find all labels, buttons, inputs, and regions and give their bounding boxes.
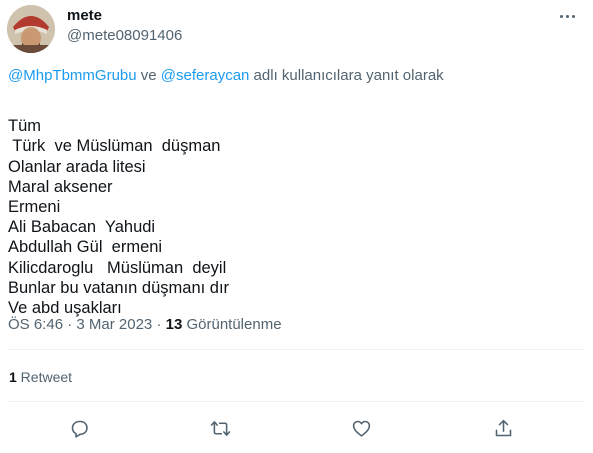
avatar[interactable]: [7, 5, 55, 53]
reply-button[interactable]: [65, 414, 93, 442]
mention-link[interactable]: @MhpTbmmGrubu: [8, 67, 137, 84]
avatar-image: [7, 5, 55, 53]
more-horizontal-icon: [559, 14, 563, 18]
share-button[interactable]: [489, 414, 517, 442]
tweet-line: Olanlar arada litesi: [8, 157, 146, 176]
more-options-button[interactable]: [554, 6, 580, 26]
retweets-label: Retweet: [16, 369, 73, 385]
like-button[interactable]: [347, 414, 375, 442]
reply-suffix: adlı kullanıcılara yanıt olarak: [249, 67, 444, 84]
divider: [8, 401, 585, 402]
retweet-button[interactable]: [206, 414, 234, 442]
tweet-line: Bunlar bu vatanın düşmanı dır: [8, 278, 230, 297]
tweet-date[interactable]: 3 Mar 2023: [76, 316, 152, 333]
tweet-line: Ermeni: [8, 198, 61, 217]
views-label: Görüntülenme: [182, 316, 282, 333]
tweet-meta: ÖS 6:46 · 3 Mar 2023 · 13 Görüntülenme: [8, 316, 282, 333]
action-bar: [0, 414, 593, 442]
tweet-line: Ali Babacan Yahudi: [8, 218, 156, 237]
tweet-line: Maral aksener: [8, 177, 113, 196]
tweet-time[interactable]: ÖS 6:46: [8, 316, 63, 333]
retweets-stat[interactable]: 1 Retweet: [9, 369, 72, 385]
replying-to: @MhpTbmmGrubu ve @seferaycan adlı kullan…: [8, 67, 444, 84]
divider: [8, 349, 585, 350]
author-handle[interactable]: @mete08091406: [67, 27, 182, 44]
tweet-line: Abdullah Gül ermeni: [8, 238, 163, 257]
reply-icon: [71, 420, 88, 438]
tweet: mete @mete08091406 @MhpTbmmGrubu ve @sef…: [0, 0, 593, 453]
retweets-count: 1: [9, 369, 17, 385]
tweet-text: Tüm Türk ve Müslüman düşman Olanlar arada…: [8, 96, 229, 318]
share-icon: [495, 419, 511, 436]
retweet-icon: [210, 420, 230, 436]
heart-icon: [352, 420, 370, 437]
reply-conjunction: ve: [136, 67, 161, 84]
tweet-line: Türk ve Müslüman düşman: [8, 137, 221, 156]
author-name[interactable]: mete: [67, 7, 102, 24]
mention-link[interactable]: @seferaycan: [161, 67, 250, 84]
tweet-line: Kilicdaroglu Müslüman deyil: [8, 258, 227, 277]
views-count: 13: [165, 316, 183, 333]
tweet-line: Tüm: [8, 117, 41, 136]
